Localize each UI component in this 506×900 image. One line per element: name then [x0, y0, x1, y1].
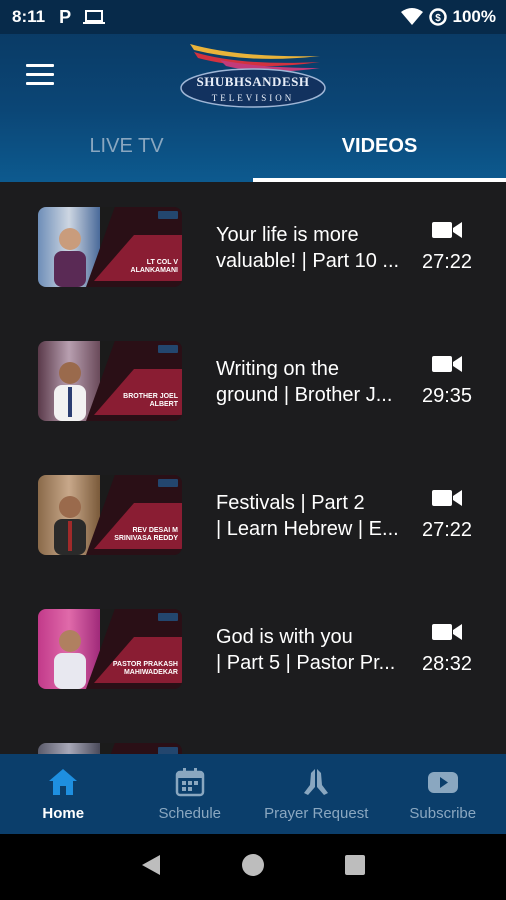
video-thumbnail: LT COL V ALANKAMANI [38, 207, 182, 287]
recents-icon[interactable] [344, 854, 366, 881]
nav-home-label: Home [42, 805, 85, 822]
speaker-name: BROTHER JOEL ALBERT [123, 393, 178, 408]
shubhsandesh-logo: SHUBHSANDESH TELEVISION [180, 44, 326, 108]
tab-live-tv-label: LIVE TV [89, 134, 164, 157]
calendar-icon [175, 768, 204, 797]
status-bar: 8:11 P $ 100% [0, 0, 506, 34]
praying-hands-icon [304, 769, 329, 795]
bottom-navigation: Home Schedule Prayer Request Subscribe [0, 754, 506, 834]
video-camera-icon [432, 624, 462, 640]
video-duration: 27:22 [421, 519, 473, 541]
parking-icon: P [59, 6, 72, 27]
video-thumbnail [38, 743, 182, 754]
hamburger-menu-icon[interactable] [26, 64, 54, 86]
video-title: Festivals | Part 2 | Learn Hebrew | E... [216, 492, 399, 540]
tab-videos-label: VIDEOS [341, 134, 418, 157]
video-camera-icon [432, 222, 462, 238]
nav-prayer-request-label: Prayer Request [264, 805, 369, 822]
battery-level: 100% [452, 7, 496, 26]
video-list-item[interactable]: REV DESAI M SRINIVASA REDDY Festivals | … [0, 450, 506, 584]
video-title: Your life is more valuable! | Part 10 ..… [216, 224, 400, 272]
home-icon [49, 769, 78, 795]
home-circle-icon[interactable] [241, 853, 265, 882]
video-list[interactable]: LT COL V ALANKAMANI Your life is more va… [0, 182, 506, 754]
tab-bar: LIVE TV VIDEOS [0, 110, 506, 182]
video-thumbnail: BROTHER JOEL ALBERT [38, 341, 182, 421]
video-camera-icon [432, 356, 462, 372]
data-saver-icon: $ [428, 8, 447, 26]
svg-text:TELEVISION: TELEVISION [212, 93, 295, 103]
nav-schedule-label: Schedule [158, 805, 222, 822]
speaker-name: LT COL V ALANKAMANI [130, 259, 178, 274]
speaker-name: PASTOR PRAKASH MAHIWADEKAR [112, 661, 178, 676]
nav-home[interactable]: Home [0, 754, 127, 834]
nav-subscribe[interactable]: Subscribe [380, 754, 506, 834]
svg-text:$: $ [435, 13, 441, 24]
system-navigation-bar [0, 834, 506, 900]
nav-subscribe-label: Subscribe [409, 805, 477, 822]
back-icon[interactable] [140, 853, 162, 882]
video-thumbnail: REV DESAI M SRINIVASA REDDY [38, 475, 182, 555]
video-meta: 27:22 [414, 220, 480, 274]
svg-text:SHUBHSANDESH: SHUBHSANDESH [197, 74, 310, 89]
tab-live-tv[interactable]: LIVE TV [0, 110, 253, 182]
tab-videos[interactable]: VIDEOS [253, 110, 506, 182]
video-duration: 27:22 [421, 251, 473, 273]
video-meta: 29:35 [414, 354, 480, 408]
nav-prayer-request[interactable]: Prayer Request [253, 754, 380, 834]
video-camera-icon [432, 490, 462, 506]
app-bar: SHUBHSANDESH TELEVISION [0, 34, 506, 110]
video-title: God is with you | Part 5 | Pastor Pr... [216, 626, 396, 674]
video-thumbnail: PASTOR PRAKASH MAHIWADEKAR [38, 609, 182, 689]
video-duration: 29:35 [421, 385, 473, 407]
video-list-item[interactable]: PASTOR PRAKASH MAHIWADEKAR God is with y… [0, 584, 506, 718]
status-time: 8:11 [12, 7, 46, 26]
video-meta: 28:32 [414, 622, 480, 676]
video-duration: 28:32 [421, 653, 473, 675]
nav-schedule[interactable]: Schedule [127, 754, 254, 834]
laptop-icon [83, 10, 106, 24]
youtube-icon [427, 772, 458, 793]
video-list-item[interactable]: BROTHER JOEL ALBERT Writing on the groun… [0, 316, 506, 450]
video-list-item[interactable]: LT COL V ALANKAMANI Your life is more va… [0, 182, 506, 316]
video-meta: 27:22 [414, 488, 480, 542]
video-title: Writing on the ground | Brother J... [216, 358, 393, 406]
speaker-name: REV DESAI M SRINIVASA REDDY [114, 527, 178, 542]
wifi-icon [400, 8, 423, 25]
video-list-item[interactable] [0, 718, 506, 754]
